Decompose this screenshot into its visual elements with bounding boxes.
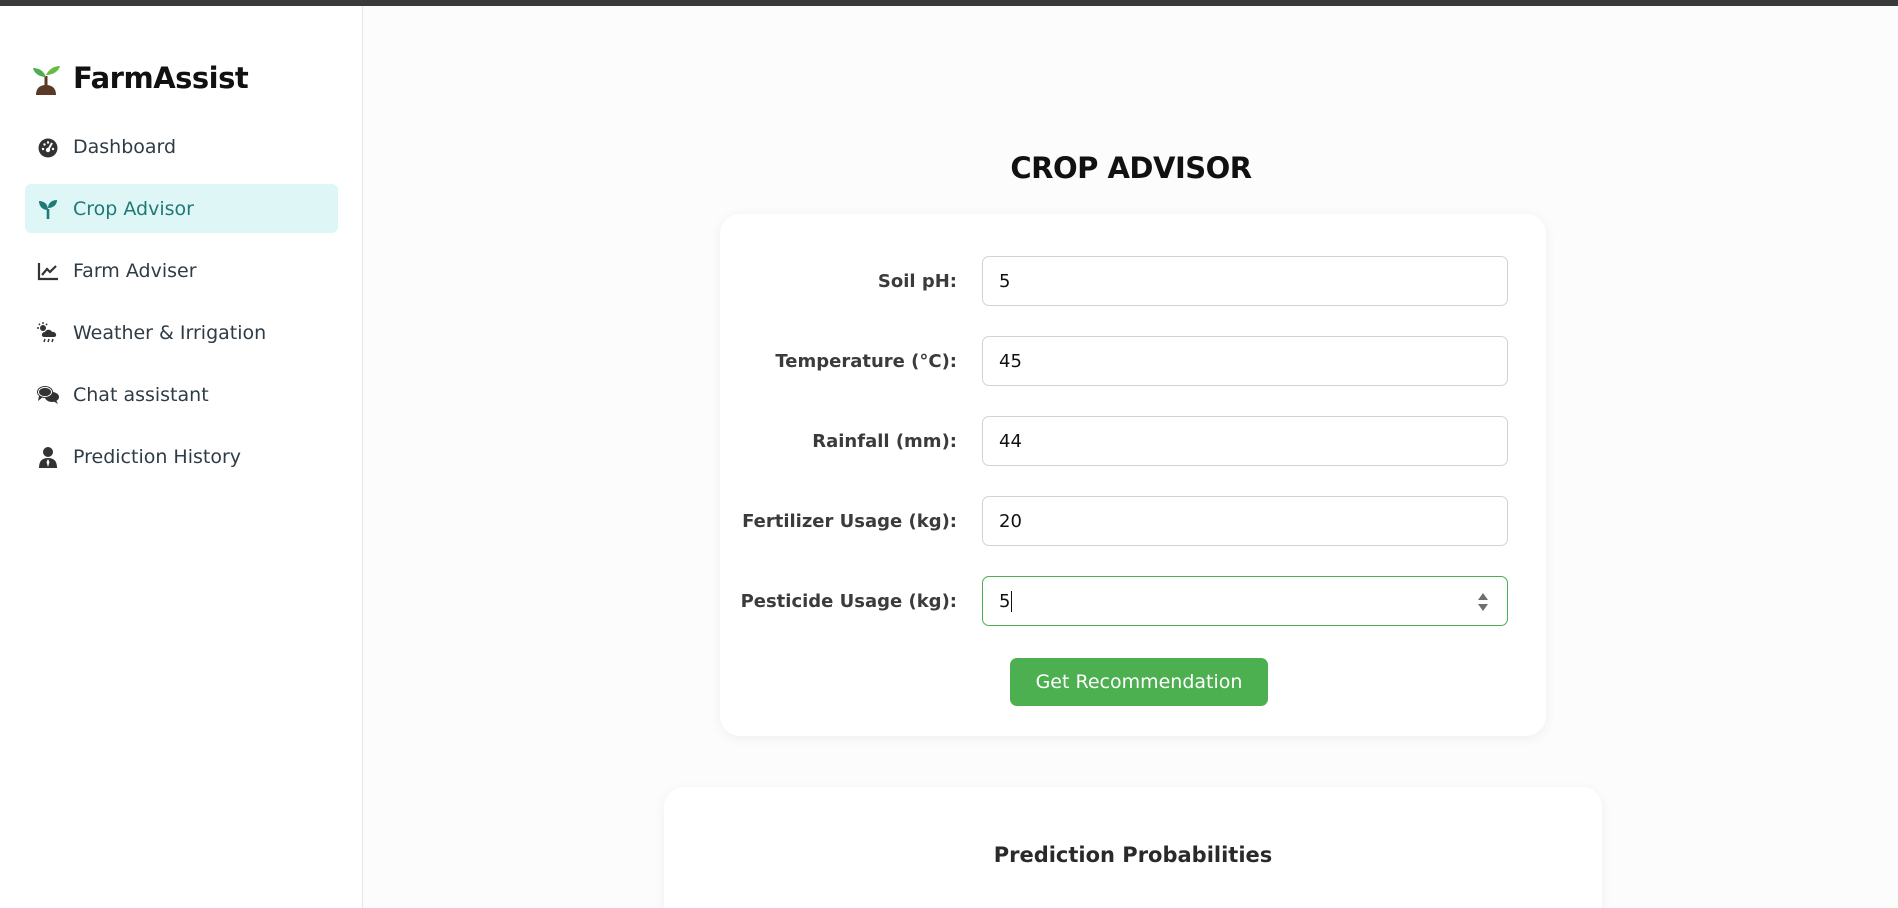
sprout-icon (29, 61, 63, 95)
results-title: Prediction Probabilities (993, 843, 1273, 867)
page-title: CROP ADVISOR (1010, 151, 1252, 185)
sidebar-nav: Dashboard Crop Advisor Farm Adviser Weat… (25, 122, 338, 494)
get-recommendation-button[interactable]: Get Recommendation (1010, 658, 1268, 706)
form-row-pesticide: Pesticide Usage (kg): 5 (720, 576, 1546, 626)
sidebar-item-weather-irrigation[interactable]: Weather & Irrigation (25, 308, 338, 357)
soil-ph-input[interactable]: 5 (982, 256, 1508, 306)
app-name: FarmAssist (73, 61, 249, 95)
sidebar-item-dashboard[interactable]: Dashboard (25, 122, 338, 171)
sidebar: FarmAssist Dashboard Crop Advisor Farm A… (0, 6, 363, 908)
seedling-icon (36, 197, 60, 221)
soil-ph-label: Soil pH: (877, 270, 957, 292)
pesticide-value: 5 (999, 590, 1011, 612)
prediction-probabilities-card: Prediction Probabilities (664, 787, 1602, 908)
sidebar-item-label: Weather & Irrigation (73, 321, 267, 344)
temperature-value: 45 (999, 350, 1022, 372)
sidebar-item-label: Farm Adviser (73, 259, 197, 282)
pesticide-label: Pesticide Usage (kg): (740, 590, 957, 612)
fertilizer-label: Fertilizer Usage (kg): (742, 510, 957, 532)
sidebar-item-label: Dashboard (73, 135, 177, 158)
comments-icon (36, 383, 60, 407)
sidebar-item-label: Chat assistant (73, 383, 209, 406)
sidebar-item-label: Crop Advisor (73, 197, 194, 220)
temperature-input[interactable]: 45 (982, 336, 1508, 386)
sidebar-item-label: Prediction History (73, 445, 242, 468)
form-row-rainfall: Rainfall (mm): 44 (720, 416, 1546, 466)
rainfall-input[interactable]: 44 (982, 416, 1508, 466)
number-spinner-icon[interactable] (1477, 590, 1489, 614)
soil-ph-value: 5 (999, 270, 1011, 292)
text-cursor (1011, 590, 1013, 612)
main-content: CROP ADVISOR Soil pH: 5 Temperature (°C)… (364, 6, 1898, 908)
fertilizer-value: 20 (999, 510, 1022, 532)
pesticide-input[interactable]: 5 (982, 576, 1508, 626)
cloud-sun-rain-icon (36, 321, 60, 345)
sidebar-item-crop-advisor[interactable]: Crop Advisor (25, 184, 338, 233)
sidebar-item-chat-assistant[interactable]: Chat assistant (25, 370, 338, 419)
sidebar-item-prediction-history[interactable]: Prediction History (25, 432, 338, 481)
line-chart-icon (36, 259, 60, 283)
form-row-fertilizer: Fertilizer Usage (kg): 20 (720, 496, 1546, 546)
fertilizer-input[interactable]: 20 (982, 496, 1508, 546)
form-row-soil-ph: Soil pH: 5 (720, 256, 1546, 306)
user-tie-icon (36, 445, 60, 469)
temperature-label: Temperature (°C): (775, 350, 957, 372)
brand[interactable]: FarmAssist (29, 56, 249, 100)
sidebar-item-farm-adviser[interactable]: Farm Adviser (25, 246, 338, 295)
rainfall-label: Rainfall (mm): (812, 430, 957, 452)
form-row-temperature: Temperature (°C): 45 (720, 336, 1546, 386)
gauge-icon (36, 135, 60, 159)
rainfall-value: 44 (999, 430, 1022, 452)
crop-advisor-form: Soil pH: 5 Temperature (°C): 45 Rainfall… (720, 214, 1546, 736)
